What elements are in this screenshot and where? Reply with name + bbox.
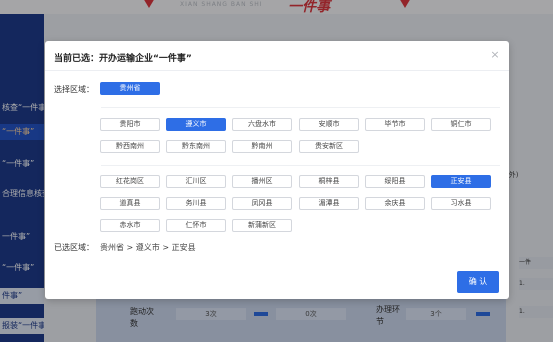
province-chip[interactable]: 贵州省 xyxy=(100,82,160,95)
district-chip[interactable]: 赤水市 xyxy=(100,219,160,232)
city-chip[interactable]: 六盘水市 xyxy=(232,118,292,131)
district-chip[interactable]: 习水县 xyxy=(431,197,491,210)
selected-region-label: 已选区域： xyxy=(54,243,94,252)
district-chip[interactable]: 务川县 xyxy=(166,197,226,210)
dialog-header: 当前已选：开办运输企业“一件事” × xyxy=(45,41,509,71)
city-chip[interactable]: 贵安新区 xyxy=(299,140,359,153)
divider xyxy=(101,107,500,108)
district-chip[interactable]: 道真县 xyxy=(100,197,160,210)
district-chip[interactable]: 余庆县 xyxy=(365,197,425,210)
district-chip[interactable]: 汇川区 xyxy=(166,175,226,188)
district-chip[interactable]: 新蒲新区 xyxy=(232,219,292,232)
city-chip[interactable]: 黔东南州 xyxy=(166,140,226,153)
region-select-dialog: 当前已选：开办运输企业“一件事” × 选择区域： 贵州省 贵阳市 遵义市 六盘水… xyxy=(45,41,509,299)
confirm-button[interactable]: 确 认 xyxy=(457,271,499,293)
district-chip[interactable]: 仁怀市 xyxy=(166,219,226,232)
region-label: 选择区域： xyxy=(54,85,94,94)
close-icon[interactable]: × xyxy=(490,49,500,60)
city-chip[interactable]: 安顺市 xyxy=(299,118,359,131)
district-chip[interactable]: 红花岗区 xyxy=(100,175,160,188)
district-chip[interactable]: 桐梓县 xyxy=(299,175,359,188)
district-chip[interactable]: 湄潭县 xyxy=(299,197,359,210)
city-chip[interactable]: 贵阳市 xyxy=(100,118,160,131)
district-chip-selected[interactable]: 正安县 xyxy=(431,175,491,188)
dialog-title: 当前已选：开办运输企业“一件事” xyxy=(54,54,192,64)
city-chip[interactable]: 黔南州 xyxy=(232,140,292,153)
divider xyxy=(101,165,500,166)
city-chip[interactable]: 铜仁市 xyxy=(431,118,491,131)
city-chip[interactable]: 黔西南州 xyxy=(100,140,160,153)
city-chip-selected[interactable]: 遵义市 xyxy=(166,118,226,131)
city-chip[interactable]: 毕节市 xyxy=(365,118,425,131)
district-chip[interactable]: 凤冈县 xyxy=(232,197,292,210)
district-chip[interactable]: 绥阳县 xyxy=(365,175,425,188)
district-chip[interactable]: 播州区 xyxy=(232,175,292,188)
selected-region-path: 贵州省 > 遵义市 > 正安县 xyxy=(100,243,196,252)
